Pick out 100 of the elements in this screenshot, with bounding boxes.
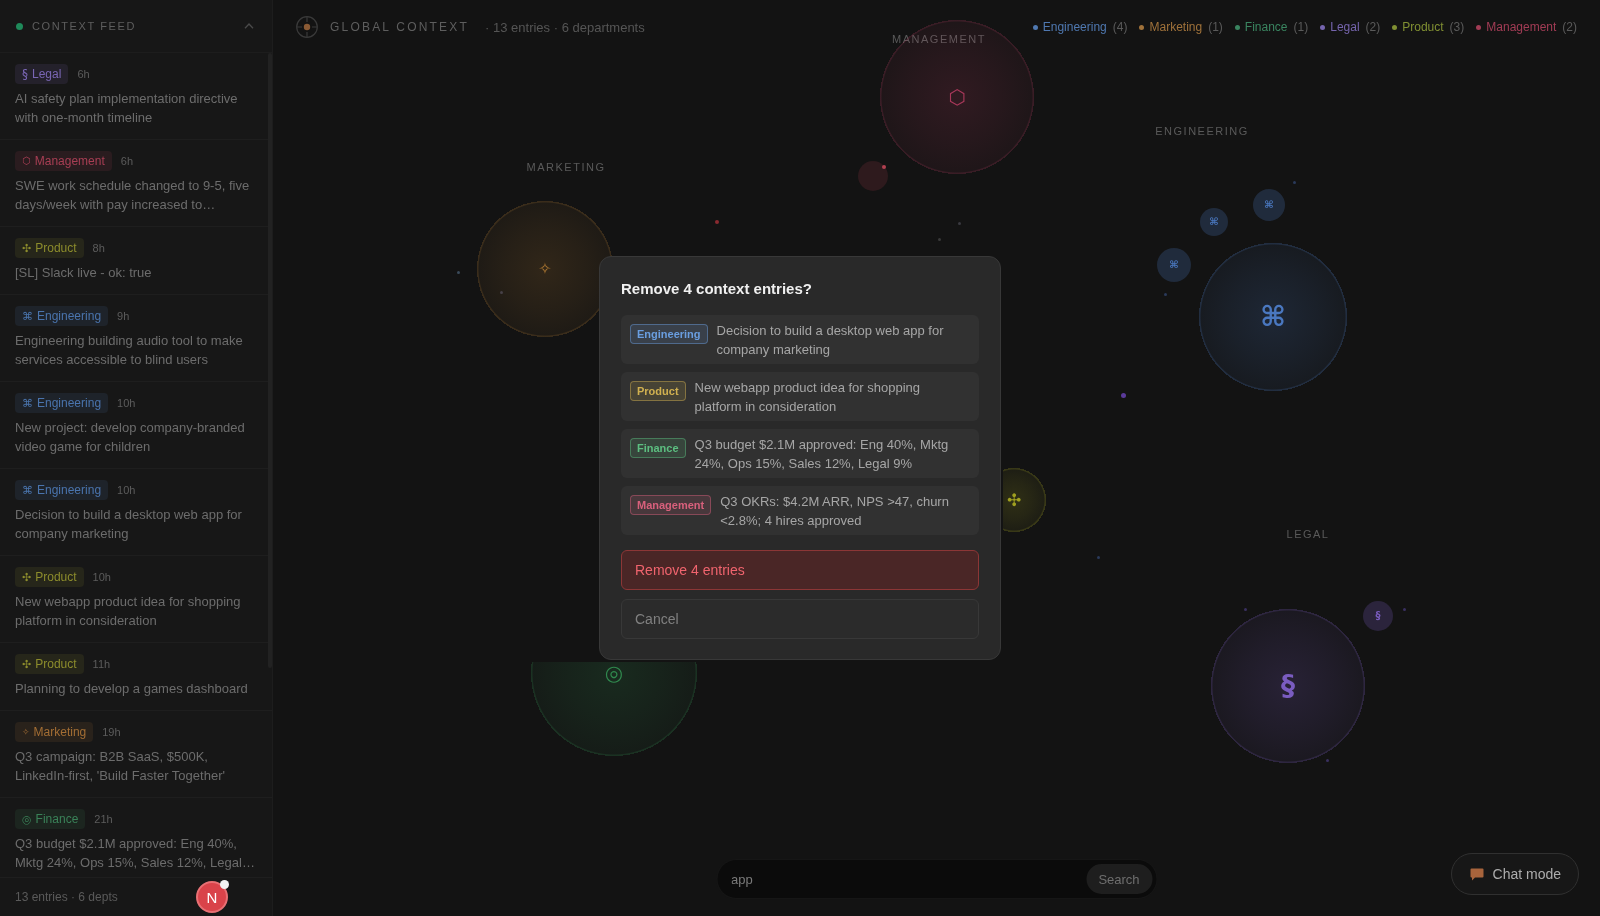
department-label: Engineering <box>37 309 102 323</box>
search-button[interactable]: Search <box>1086 864 1152 894</box>
entry-text: Q3 budget $2.1M approved: Eng 40%, Mktg 24%, Ops 15%, Sales 12%, Legal… <box>15 835 256 872</box>
legend-label[interactable]: Management <box>1486 20 1557 34</box>
cluster-label: MARKETING <box>526 161 606 173</box>
particle-dot <box>715 220 719 224</box>
crosshair-icon <box>296 16 318 38</box>
legend-label[interactable]: Product <box>1402 20 1444 34</box>
four-diamonds-icon: ✣ <box>22 658 32 670</box>
entry-text: Q3 campaign: B2B SaaS, $500K, LinkedIn-first, 'Build Faster Together' <box>15 748 226 785</box>
department-label: Marketing <box>33 725 87 739</box>
command-key-icon: ⌘ <box>1209 217 1219 227</box>
hexagon-icon: ⬡ <box>948 87 966 107</box>
chat-bubble-icon <box>1469 867 1484 881</box>
particle-dot <box>1402 607 1406 611</box>
cluster-bubble[interactable]: § <box>1211 609 1365 763</box>
chat-mode-button[interactable]: Chat mode <box>1450 853 1579 895</box>
four-diamonds-icon: ✣ <box>22 242 32 254</box>
department-label: Product <box>35 241 77 255</box>
cluster-label: LEGAL <box>1286 528 1330 540</box>
department-label: Legal <box>32 67 62 81</box>
legend-label[interactable]: Legal <box>1330 20 1360 34</box>
cancel-button[interactable]: Cancel <box>621 599 979 639</box>
legend-label[interactable]: Engineering <box>1042 20 1107 34</box>
chevron-up-icon[interactable] <box>244 23 254 29</box>
cluster-label: ENGINEERING <box>1155 125 1249 137</box>
entry-text: New webapp product idea for shopping platform in consideration <box>15 593 242 630</box>
search-bar[interactable]: app Search <box>717 860 1156 898</box>
entry-text: Q3 OKRs: $4.2M ARR, NPS >47, churn <2.8%; 4 hires approved <box>720 493 950 530</box>
cluster-bubble[interactable]: ✣ <box>1003 468 1046 532</box>
node-bubble[interactable]: § <box>1363 601 1393 631</box>
timestamp: 10h <box>117 397 136 409</box>
entry-text: New project: develop company-branded video game for children <box>15 419 246 456</box>
department-label: Engineering <box>37 483 102 497</box>
department-tag: Engineering <box>630 324 708 344</box>
command-key-icon: ⌘ <box>1260 303 1286 331</box>
command-key-icon: ⌘ <box>22 397 33 409</box>
timestamp: 19h <box>102 726 121 738</box>
node-bubble[interactable]: ⌘ <box>1253 189 1285 221</box>
particle-dot <box>957 221 961 225</box>
section-sign-icon: § <box>22 68 28 80</box>
dialog-title: Remove 4 context entries? <box>621 279 813 299</box>
node-bubble[interactable] <box>858 161 888 191</box>
legend-label[interactable]: Finance <box>1244 20 1288 34</box>
particle-dot <box>456 270 460 274</box>
entry-text: AI safety plan implementation directive with one-month timeline <box>15 90 239 127</box>
section-sign-icon: § <box>1281 672 1295 700</box>
legend-count: (4) <box>1112 20 1128 34</box>
department-label: Product <box>35 657 77 671</box>
entry-text: Decision to build a desktop web app for company marketing <box>15 506 243 543</box>
particle-dot <box>1325 758 1329 762</box>
department-tag: Product <box>630 381 686 401</box>
sparkle-icon: ✧ <box>538 261 552 277</box>
timestamp: 9h <box>117 310 130 322</box>
entry-text: Engineering building audio tool to make services accessible to blind users <box>15 332 244 369</box>
remove-button[interactable]: Remove 4 entries <box>621 550 979 590</box>
department-label: Product <box>35 570 77 584</box>
page-title: GLOBAL CONTEXT <box>330 20 470 34</box>
timestamp: 10h <box>117 484 136 496</box>
timestamp: 6h <box>77 68 90 80</box>
particle-dot <box>1163 292 1167 296</box>
command-key-icon: ⌘ <box>1169 260 1179 270</box>
entry-text: Planning to develop a games dashboard <box>15 680 249 698</box>
legend-label[interactable]: Marketing <box>1149 20 1203 34</box>
sparkle-icon: ✧ <box>22 727 30 737</box>
four-diamonds-icon: ✣ <box>1006 491 1022 509</box>
node-bubble[interactable]: ⌘ <box>1157 248 1191 282</box>
particle-dot <box>882 165 886 169</box>
cluster-bubble[interactable]: ◎ <box>531 662 697 756</box>
timestamp: 11h <box>92 658 111 670</box>
legend-count: (3) <box>1449 20 1465 34</box>
timestamp: 8h <box>92 242 105 254</box>
cluster-bubble[interactable]: ✧ <box>477 201 613 337</box>
entry-summary: · 13 entries · 6 departments <box>485 19 645 35</box>
search-input[interactable]: app <box>731 868 1086 890</box>
cluster-bubble[interactable]: ⌘ <box>1199 243 1347 391</box>
legend-count: (1) <box>1293 20 1309 34</box>
particle-dot <box>499 290 503 294</box>
entry-text: New webapp product idea for shopping platform in consideration <box>694 379 922 416</box>
command-key-icon: ⌘ <box>1264 200 1274 210</box>
timestamp: 21h <box>94 813 113 825</box>
entry-text: [SL] Slack live - ok: true <box>15 264 153 282</box>
legend-count: (2) <box>1365 20 1381 34</box>
department-label: Finance <box>35 812 79 826</box>
entry-count: 13 entries · 6 depts <box>15 890 118 904</box>
department-label: Management <box>34 154 105 168</box>
command-key-icon: ⌘ <box>22 484 33 496</box>
particle-dot <box>1120 392 1126 398</box>
hexagon-icon: ⬡ <box>22 156 31 166</box>
department-tag: Finance <box>630 438 686 458</box>
node-bubble[interactable]: ⌘ <box>1200 208 1228 236</box>
entry-text: SWE work schedule changed to 9-5, five days/week with pay increased to… <box>15 177 251 214</box>
status-dot-icon <box>16 22 23 30</box>
entry-text: Decision to build a desktop web app for company marketing <box>716 322 945 359</box>
ring-icon: ◎ <box>604 662 624 684</box>
particle-dot <box>1243 607 1247 611</box>
panel-title: CONTEXT FEED <box>32 20 137 32</box>
particle-dot <box>937 237 941 241</box>
legend-count: (2) <box>1562 20 1577 34</box>
entry-text: Q3 budget $2.1M approved: Eng 40%, Mktg 24%, Ops 15%, Sales 12%, Legal 9% <box>694 436 950 473</box>
